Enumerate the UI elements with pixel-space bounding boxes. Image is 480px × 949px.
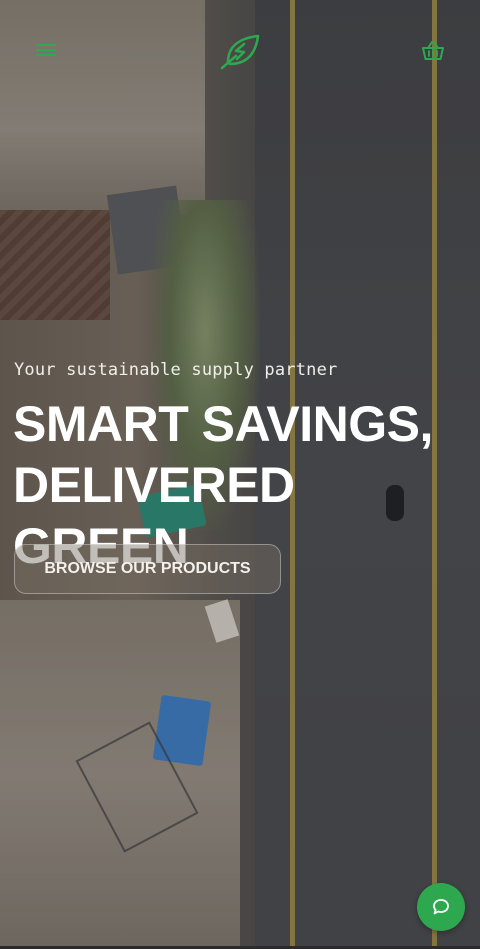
chat-bubble-icon (433, 899, 449, 915)
leaf-logo-icon[interactable] (220, 32, 260, 70)
hamburger-menu-icon[interactable] (36, 40, 56, 60)
basket-icon[interactable] (421, 39, 445, 63)
top-navigation (0, 0, 480, 100)
hero-tagline: Your sustainable supply partner (14, 360, 338, 380)
headline-line-1: SMART SAVINGS, (13, 396, 433, 452)
chat-button[interactable] (417, 883, 465, 931)
browse-products-button[interactable]: BROWSE OUR PRODUCTS (14, 544, 281, 594)
